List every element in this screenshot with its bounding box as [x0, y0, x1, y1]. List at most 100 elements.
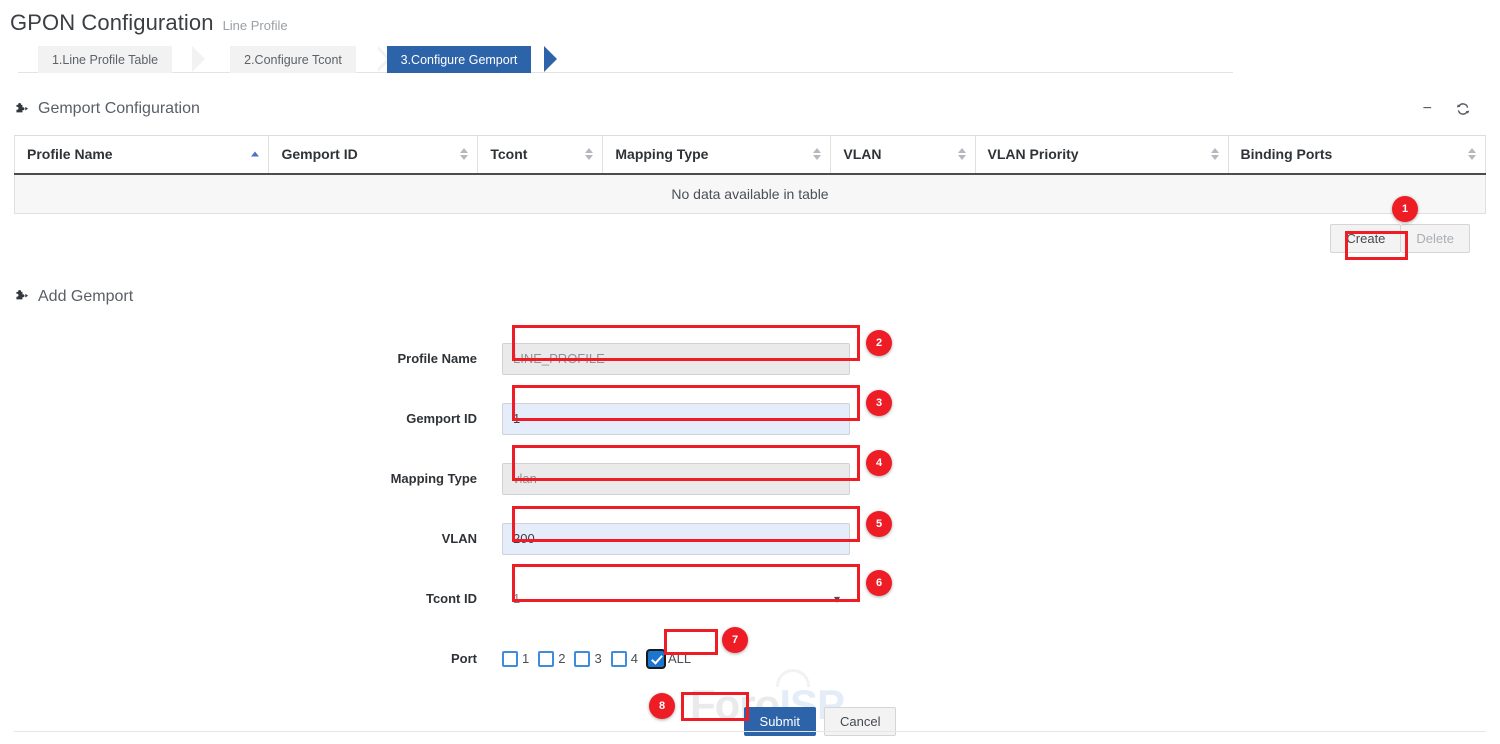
- sort-icon[interactable]: [460, 148, 468, 160]
- column-header-tcont[interactable]: Tcont: [478, 136, 603, 174]
- form-title: Add Gemport: [38, 288, 133, 306]
- panel-title: Gemport Configuration: [38, 100, 200, 118]
- refresh-icon[interactable]: [1456, 102, 1470, 116]
- annotation-badge-1: 1: [1392, 196, 1418, 222]
- label-port: Port: [14, 651, 502, 666]
- form-body: ForoISP Profile Name Gemport ID Mapping …: [14, 329, 1486, 736]
- port-checkbox-1[interactable]: 1: [502, 651, 529, 667]
- wizard-steps: 1.Line Profile Table 2.Configure Tcont 3…: [18, 46, 1233, 73]
- column-header-binding-ports[interactable]: Binding Ports: [1228, 136, 1485, 174]
- vlan-input[interactable]: [502, 523, 850, 555]
- profile-name-input[interactable]: [502, 343, 850, 375]
- column-label: VLAN: [843, 146, 881, 162]
- field-row-vlan: VLAN: [14, 509, 1486, 569]
- sort-icon[interactable]: [813, 148, 821, 160]
- tcont-id-select[interactable]: [502, 581, 850, 617]
- port-checkbox-4[interactable]: 4: [611, 651, 638, 667]
- wizard-step-label: 3.Configure Gemport: [401, 53, 518, 67]
- field-row-port: Port 1 2 3: [14, 629, 1486, 689]
- column-header-mapping-type[interactable]: Mapping Type: [603, 136, 831, 174]
- annotation-badge-2: 2: [866, 330, 892, 356]
- annotation-badge-7: 7: [722, 627, 748, 653]
- control-tcont-id: ▾: [502, 581, 850, 617]
- control-profile-name: [502, 343, 850, 375]
- column-header-vlan-priority[interactable]: VLAN Priority: [975, 136, 1228, 174]
- table-empty-message: No data available in table: [15, 174, 1486, 214]
- field-row-mapping-type: Mapping Type: [14, 449, 1486, 509]
- sort-icon[interactable]: [585, 148, 593, 160]
- column-label: Binding Ports: [1241, 146, 1333, 162]
- wizard-step-label: 1.Line Profile Table: [52, 53, 158, 67]
- column-label: Mapping Type: [615, 146, 708, 162]
- port-checkbox-group: 1 2 3 4: [502, 651, 850, 667]
- page-header: GPON Configuration Line Profile: [0, 0, 1500, 36]
- port-label: 3: [594, 651, 601, 666]
- sort-icon[interactable]: [1211, 148, 1219, 160]
- label-vlan: VLAN: [14, 531, 502, 546]
- port-label: 2: [558, 651, 565, 666]
- table-actions: Create Delete: [14, 214, 1486, 253]
- label-profile-name: Profile Name: [14, 351, 502, 366]
- wizard-step-notch-icon: [208, 46, 221, 72]
- port-label: 4: [631, 651, 638, 666]
- delete-button[interactable]: Delete: [1401, 224, 1470, 253]
- page-title: GPON Configuration: [10, 10, 214, 36]
- sort-asc-icon[interactable]: [251, 152, 259, 157]
- column-header-profile-name[interactable]: Profile Name: [15, 136, 269, 174]
- checkbox-icon[interactable]: [538, 651, 554, 667]
- annotation-badge-6: 6: [866, 570, 892, 596]
- control-port: 1 2 3 4: [502, 651, 850, 667]
- column-header-vlan[interactable]: VLAN: [831, 136, 975, 174]
- panel-tools: −: [1423, 100, 1486, 118]
- field-row-gemport-id: Gemport ID: [14, 389, 1486, 449]
- sort-icon[interactable]: [958, 148, 966, 160]
- field-row-tcont-id: Tcont ID ▾: [14, 569, 1486, 629]
- port-label: ALL: [668, 651, 691, 666]
- port-checkbox-2[interactable]: 2: [538, 651, 565, 667]
- annotation-badge-3: 3: [866, 390, 892, 416]
- column-label: Tcont: [490, 146, 527, 162]
- port-label: 1: [522, 651, 529, 666]
- mapping-type-input[interactable]: [502, 463, 850, 495]
- wizard-step-line-profile-table[interactable]: 1.Line Profile Table: [18, 46, 192, 73]
- port-checkbox-all[interactable]: ALL: [648, 651, 691, 667]
- checkbox-checked-icon[interactable]: [648, 651, 664, 667]
- gemport-table: Profile Name Gemport ID Tcont Mappi: [14, 135, 1486, 214]
- minimize-icon[interactable]: −: [1423, 100, 1432, 118]
- table-empty-row: No data available in table: [15, 174, 1486, 214]
- page-subtitle: Line Profile: [223, 18, 288, 33]
- annotation-badge-4: 4: [866, 450, 892, 476]
- label-mapping-type: Mapping Type: [14, 471, 502, 486]
- column-label: Profile Name: [27, 146, 113, 162]
- control-gemport-id: [502, 403, 850, 435]
- puzzle-icon: [14, 102, 29, 117]
- wizard-step-arrow-icon: [192, 46, 205, 72]
- control-mapping-type: [502, 463, 850, 495]
- label-tcont-id: Tcont ID: [14, 591, 502, 606]
- table-header-row: Profile Name Gemport ID Tcont Mappi: [15, 136, 1486, 174]
- checkbox-icon[interactable]: [502, 651, 518, 667]
- create-button[interactable]: Create: [1330, 224, 1401, 253]
- checkbox-icon[interactable]: [574, 651, 590, 667]
- column-header-gemport-id[interactable]: Gemport ID: [269, 136, 478, 174]
- wizard-step-arrow-icon: [544, 46, 557, 72]
- column-label: VLAN Priority: [988, 146, 1079, 162]
- wizard-step-configure-tcont[interactable]: 2.Configure Tcont: [208, 46, 378, 73]
- sort-icon[interactable]: [1468, 148, 1476, 160]
- gemport-configuration-panel: Gemport Configuration − Profile Name: [0, 93, 1500, 253]
- annotation-badge-5: 5: [866, 511, 892, 537]
- footer-divider: [14, 731, 1486, 732]
- add-gemport-section: Add Gemport ForoISP Profile Name Gemport…: [0, 283, 1500, 736]
- gemport-id-input[interactable]: [502, 403, 850, 435]
- field-row-profile-name: Profile Name: [14, 329, 1486, 389]
- wizard-step-notch-icon: [374, 46, 387, 72]
- wizard-step-configure-gemport[interactable]: 3.Configure Gemport: [374, 46, 544, 73]
- label-gemport-id: Gemport ID: [14, 411, 502, 426]
- port-checkbox-3[interactable]: 3: [574, 651, 601, 667]
- wizard-step-label: 2.Configure Tcont: [244, 53, 342, 67]
- gpon-configuration-page: GPON Configuration Line Profile 1.Line P…: [0, 0, 1500, 744]
- control-vlan: [502, 523, 850, 555]
- checkbox-icon[interactable]: [611, 651, 627, 667]
- panel-header: Gemport Configuration −: [14, 93, 1486, 125]
- puzzle-icon: [14, 289, 29, 304]
